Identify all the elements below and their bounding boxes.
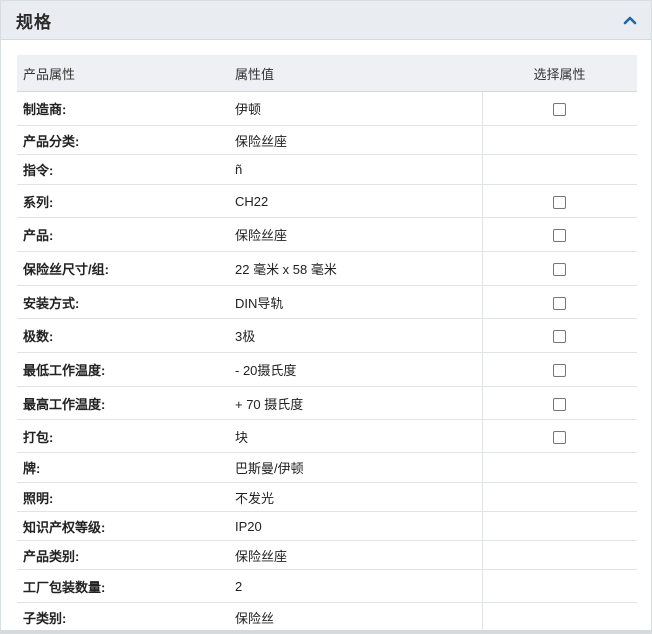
attribute-name: 系列: xyxy=(17,184,229,218)
select-cell xyxy=(481,352,637,387)
attribute-name: 极数: xyxy=(17,318,229,353)
attribute-value: 3极 xyxy=(229,318,482,353)
select-attribute-checkbox[interactable] xyxy=(553,195,567,209)
select-attribute-checkbox[interactable] xyxy=(553,229,567,243)
panel-body: 产品属性 属性值 选择属性 制造商: 伊顿 产品分类: 保险丝座 指令: ñ 系列: CH22… xyxy=(1,40,651,632)
attribute-name: 打包: xyxy=(17,419,229,453)
attribute-value: 保险丝座 xyxy=(229,217,482,252)
attribute-value: + 70 摄氏度 xyxy=(229,386,482,420)
select-cell xyxy=(481,91,637,126)
attribute-value: DIN导轨 xyxy=(229,285,482,319)
table-row: 产品: 保险丝座 xyxy=(17,217,637,252)
attribute-name: 子类别: xyxy=(17,602,229,632)
attribute-name: 产品分类: xyxy=(17,125,229,155)
table-row: 子类别: 保险丝 xyxy=(17,602,637,632)
attribute-value-link[interactable]: CH22 xyxy=(229,184,482,218)
panel-title: 规格 xyxy=(16,12,52,32)
attribute-name: 最高工作温度: xyxy=(17,386,229,420)
attribute-value: 块 xyxy=(229,419,482,453)
attribute-name: 知识产权等级: xyxy=(17,511,229,541)
table-row: 产品分类: 保险丝座 xyxy=(17,125,637,155)
attribute-value: 不发光 xyxy=(229,482,482,512)
select-cell xyxy=(481,217,637,252)
attribute-value: - 20摄氏度 xyxy=(229,352,482,387)
attribute-value: 巴斯曼/伊顿 xyxy=(229,452,482,483)
chevron-up-icon xyxy=(623,16,637,25)
select-cell xyxy=(481,540,637,570)
table-row: 工厂包装数量: 2 xyxy=(17,569,637,603)
select-attribute-checkbox[interactable] xyxy=(553,330,567,344)
attribute-value: 22 毫米 x 58 毫米 xyxy=(229,251,482,286)
attribute-name: 制造商: xyxy=(17,91,229,126)
attribute-value: 保险丝 xyxy=(229,602,482,632)
table-row: 照明: 不发光 xyxy=(17,482,637,512)
table-row: 极数: 3极 xyxy=(17,318,637,353)
table-row: 最低工作温度: - 20摄氏度 xyxy=(17,352,637,387)
table-row: 系列: CH22 xyxy=(17,184,637,218)
select-cell xyxy=(481,511,637,541)
select-attribute-checkbox[interactable] xyxy=(553,397,567,411)
select-attribute-checkbox[interactable] xyxy=(553,296,567,310)
select-cell xyxy=(481,184,637,218)
select-cell xyxy=(481,285,637,319)
attribute-name: 产品: xyxy=(17,217,229,252)
select-attribute-checkbox[interactable] xyxy=(553,103,567,117)
attribute-name: 产品类别: xyxy=(17,540,229,570)
table-row: 指令: ñ xyxy=(17,154,637,185)
table-row: 产品类别: 保险丝座 xyxy=(17,540,637,570)
select-cell xyxy=(481,251,637,286)
attribute-name: 保险丝尺寸/组: xyxy=(17,251,229,286)
select-cell xyxy=(481,602,637,632)
attribute-name: 照明: xyxy=(17,482,229,512)
select-cell xyxy=(481,419,637,453)
select-cell xyxy=(481,154,637,185)
panel-bottom-border xyxy=(1,630,651,633)
table-row: 打包: 块 xyxy=(17,419,637,453)
select-cell xyxy=(481,452,637,483)
attribute-name: 安装方式: xyxy=(17,285,229,319)
select-attribute-checkbox[interactable] xyxy=(553,430,567,444)
table-row: 最高工作温度: + 70 摄氏度 xyxy=(17,386,637,420)
table-row: 安装方式: DIN导轨 xyxy=(17,285,637,319)
specifications-panel: 规格 产品属性 属性值 选择属性 制造商: 伊顿 产品分类: 保险丝座 指令: ñ 系列: C… xyxy=(0,0,652,634)
panel-header[interactable]: 规格 xyxy=(1,1,651,40)
attribute-value: 2 xyxy=(229,569,482,603)
attribute-value: IP20 xyxy=(229,511,482,541)
attribute-name: 指令: xyxy=(17,154,229,185)
select-cell xyxy=(481,125,637,155)
table-row: 牌: 巴斯曼/伊顿 xyxy=(17,452,637,483)
table-header-row: 产品属性 属性值 选择属性 xyxy=(17,55,637,92)
select-cell xyxy=(481,482,637,512)
specs-table: 产品属性 属性值 选择属性 制造商: 伊顿 产品分类: 保险丝座 指令: ñ 系列: CH22… xyxy=(17,55,637,632)
attribute-name: 最低工作温度: xyxy=(17,352,229,387)
select-cell xyxy=(481,386,637,420)
select-attribute-checkbox[interactable] xyxy=(553,364,567,378)
collapse-button[interactable] xyxy=(619,9,641,31)
select-cell xyxy=(481,318,637,353)
header-select: 选择属性 xyxy=(482,55,637,92)
attribute-name: 牌: xyxy=(17,452,229,483)
attribute-name-link[interactable]: 工厂包装数量: xyxy=(17,569,229,603)
header-attribute: 产品属性 xyxy=(17,55,229,92)
select-attribute-checkbox[interactable] xyxy=(553,263,567,277)
header-value: 属性值 xyxy=(229,55,482,92)
attribute-value: 伊顿 xyxy=(229,91,482,126)
table-row: 制造商: 伊顿 xyxy=(17,91,637,126)
attribute-value: 保险丝座 xyxy=(229,125,482,155)
select-cell xyxy=(481,569,637,603)
attribute-value: ñ xyxy=(229,154,482,185)
table-row: 知识产权等级: IP20 xyxy=(17,511,637,541)
attribute-value: 保险丝座 xyxy=(229,540,482,570)
table-row: 保险丝尺寸/组: 22 毫米 x 58 毫米 xyxy=(17,251,637,286)
